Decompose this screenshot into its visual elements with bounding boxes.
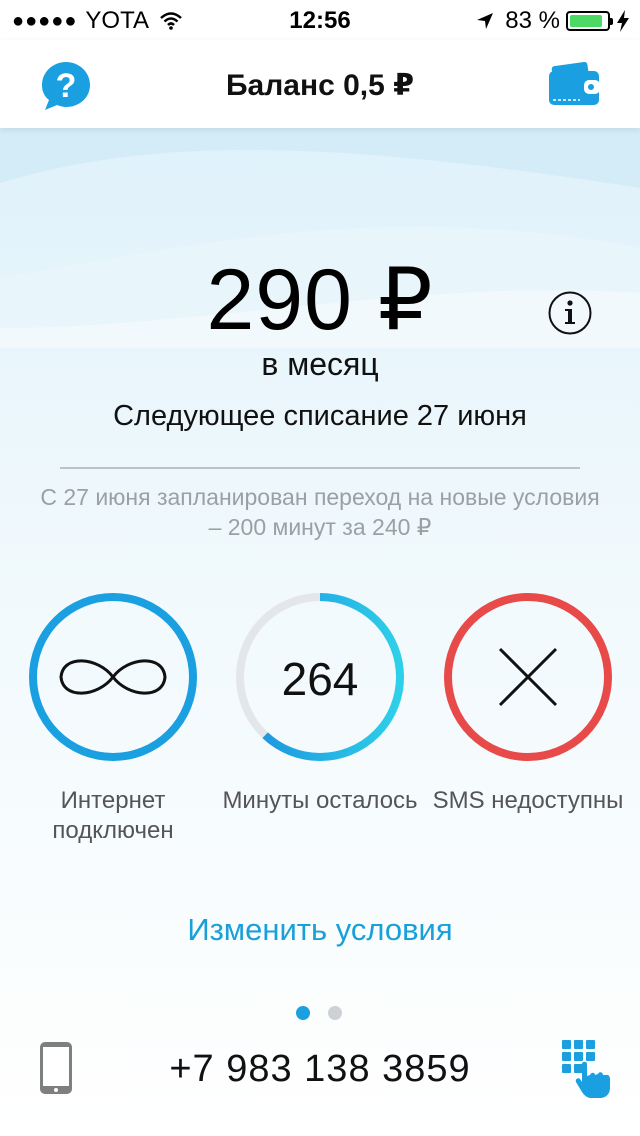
wallet-button[interactable] bbox=[548, 62, 600, 106]
navigation-bar: ? Баланс 0,5 ₽ bbox=[0, 40, 640, 128]
battery-icon bbox=[566, 11, 613, 31]
plan-change-notice: С 27 июня запланирован переход на новые … bbox=[40, 484, 600, 540]
next-charge-date: Следующее списание 27 июня bbox=[113, 400, 527, 432]
battery-percent: 83 % bbox=[505, 7, 560, 34]
price-period: в месяц bbox=[261, 346, 379, 382]
internet-ring bbox=[29, 593, 197, 761]
page-dot-1[interactable] bbox=[296, 1006, 310, 1020]
sms-label: SMS недоступны bbox=[432, 787, 624, 814]
balance-title: Баланс 0,5 ₽ bbox=[225, 69, 415, 102]
cross-icon bbox=[498, 647, 558, 707]
infinity-icon bbox=[59, 659, 167, 695]
tariff-panel: 290 ₽ в месяц Следующее списание 27 июня… bbox=[0, 128, 640, 1136]
page-dot-2[interactable] bbox=[328, 1006, 342, 1020]
change-terms-link[interactable]: Изменить условия bbox=[0, 912, 640, 948]
wallet-icon bbox=[549, 62, 600, 105]
status-bar: ●●●●● YOTA 12:56 83 % bbox=[0, 0, 640, 40]
divider bbox=[60, 467, 580, 469]
info-icon bbox=[548, 291, 592, 335]
page-indicator[interactable] bbox=[296, 1006, 360, 1020]
internet-indicator[interactable] bbox=[28, 592, 198, 762]
charging-bolt-icon bbox=[617, 10, 629, 32]
info-button[interactable] bbox=[548, 291, 592, 335]
location-arrow-icon bbox=[477, 13, 494, 29]
sms-ring bbox=[444, 593, 612, 761]
monthly-price: 290 ₽ bbox=[206, 252, 434, 348]
minutes-label: Минуты осталось bbox=[222, 787, 418, 814]
minutes-indicator[interactable]: 264 bbox=[235, 592, 405, 762]
sms-indicator[interactable] bbox=[443, 592, 613, 762]
keypad-button[interactable] bbox=[560, 1038, 612, 1100]
keypad-touch-icon bbox=[562, 1040, 610, 1098]
minutes-remaining-value: 264 bbox=[281, 653, 359, 705]
internet-label: Интернет подключен bbox=[52, 787, 174, 844]
phone-number: +7 983 138 3859 bbox=[169, 1048, 471, 1090]
